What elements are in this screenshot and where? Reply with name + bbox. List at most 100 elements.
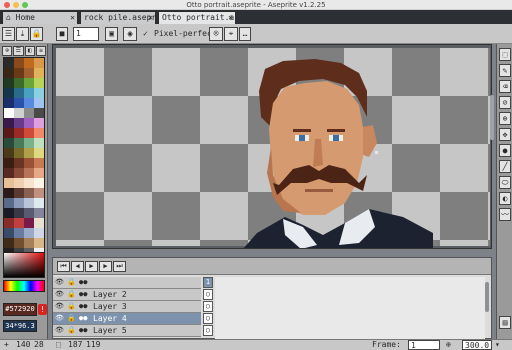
palette-swatch[interactable] <box>14 58 24 68</box>
close-tab-icon[interactable]: ✕ <box>148 12 153 24</box>
palette-swatch[interactable] <box>24 208 34 218</box>
palette-swatch[interactable] <box>4 178 14 188</box>
lock-icon[interactable]: 🔒 <box>67 277 76 288</box>
layer-row[interactable]: 👁 🔒 ●● Layer 3 <box>53 301 201 313</box>
horizontal-scrollbar[interactable] <box>191 248 361 249</box>
palette-swatch[interactable] <box>4 228 14 238</box>
ellipse-icon[interactable]: ⬭ <box>499 176 511 189</box>
ink-button[interactable]: ▣ <box>105 27 118 41</box>
lock-icon[interactable]: 🔒 <box>67 313 76 324</box>
palette-swatch[interactable] <box>14 98 24 108</box>
layer-row[interactable]: 👁 🔒 ●● Layer 2 <box>53 289 201 301</box>
continuous-icon[interactable]: ●● <box>79 325 87 336</box>
palette-swatch[interactable] <box>24 118 34 128</box>
palette-swatch[interactable] <box>14 208 24 218</box>
palette-swatch[interactable] <box>24 148 34 158</box>
menu-button[interactable]: ☰ <box>2 27 15 41</box>
palette-swatch[interactable] <box>34 128 44 138</box>
visibility-icon[interactable]: 👁 <box>55 277 64 288</box>
visibility-icon[interactable]: 👁 <box>55 301 64 312</box>
hue-slider[interactable] <box>3 280 45 292</box>
palette-swatch[interactable] <box>14 68 24 78</box>
pixel-perfect-checkbox[interactable]: ✓ <box>143 27 148 41</box>
palette-swatch[interactable] <box>24 68 34 78</box>
palette-swatch[interactable] <box>4 218 14 228</box>
visibility-icon[interactable]: 👁 <box>55 325 64 336</box>
palette-swatch[interactable] <box>24 168 34 178</box>
foreground-color[interactable]: #572920 <box>3 303 37 316</box>
color-spectrum-picker[interactable] <box>3 252 45 278</box>
first-frame-button[interactable]: ⏮ <box>57 261 70 272</box>
palette-swatch[interactable] <box>4 148 14 158</box>
continuous-icon[interactable]: ●● <box>79 301 87 312</box>
palette-swatch[interactable] <box>34 118 44 128</box>
lock-icon[interactable]: 🔒 <box>30 27 43 41</box>
palette-swatch[interactable] <box>4 78 14 88</box>
pencil-icon[interactable]: ✎ <box>499 64 511 77</box>
more-options-button[interactable]: … <box>239 27 251 41</box>
layer-row[interactable]: 👁 🔒 ●● <box>53 277 201 289</box>
palette-swatch[interactable] <box>14 148 24 158</box>
palette-add-button[interactable]: ⊕ <box>2 46 13 56</box>
prev-frame-button[interactable]: ◀ <box>71 261 84 272</box>
palette-swatch[interactable] <box>4 108 14 118</box>
opacity-button[interactable]: ◉ <box>123 27 137 41</box>
close-tab-icon[interactable]: ✕ <box>228 12 233 24</box>
palette-swatch[interactable] <box>34 68 44 78</box>
zoom-field[interactable]: 300.0 <box>462 340 492 350</box>
lock-icon[interactable]: 🔒 <box>67 301 76 312</box>
palette-swatch[interactable] <box>34 238 44 248</box>
continuous-icon[interactable]: ●● <box>79 313 87 324</box>
continuous-icon[interactable]: ●● <box>79 289 87 300</box>
palette-swatch[interactable] <box>4 118 14 128</box>
palette-swatch[interactable] <box>34 88 44 98</box>
palette-swatch[interactable] <box>24 138 34 148</box>
contour-icon[interactable]: ◐ <box>499 192 511 205</box>
palette-swatch[interactable] <box>34 138 44 148</box>
frames-grid[interactable] <box>215 277 485 339</box>
palette-swatch[interactable] <box>34 78 44 88</box>
palette-swatch[interactable] <box>24 198 34 208</box>
palette-swatch[interactable] <box>24 188 34 198</box>
palette-swatch[interactable] <box>4 188 14 198</box>
palette-swatch[interactable] <box>14 158 24 168</box>
layers-toggle-icon[interactable]: ▤ <box>499 316 511 329</box>
palette-swatch[interactable] <box>14 138 24 148</box>
eraser-icon[interactable]: ⌫ <box>499 80 511 93</box>
palette-swatch[interactable] <box>24 128 34 138</box>
zoom-dropdown-icon[interactable]: ▾ <box>495 340 500 350</box>
vertical-scrollbar[interactable] <box>490 95 494 140</box>
palette-options-button[interactable]: ☰ <box>13 46 24 56</box>
frame-field[interactable]: 1 <box>408 340 440 350</box>
palette-swatch[interactable] <box>14 198 24 208</box>
palette-swatch[interactable] <box>34 188 44 198</box>
timeline-scrollbar[interactable] <box>485 282 489 312</box>
palette-swatch[interactable] <box>24 238 34 248</box>
palette-swatch[interactable] <box>4 208 14 218</box>
palette-swatch[interactable] <box>34 148 44 158</box>
symmetry-button[interactable]: ⌾ <box>209 27 223 41</box>
symmetry-h-button[interactable]: ⌖ <box>224 27 238 41</box>
palette-swatch[interactable] <box>14 118 24 128</box>
palette-swatch[interactable] <box>24 218 34 228</box>
move-icon[interactable]: ✥ <box>499 128 511 141</box>
palette-swatch[interactable] <box>34 218 44 228</box>
palette-swatch[interactable] <box>4 138 14 148</box>
palette-swatch[interactable] <box>24 88 34 98</box>
palette-swatch[interactable] <box>24 78 34 88</box>
palette-swatch[interactable] <box>4 238 14 248</box>
palette-swatch[interactable] <box>14 178 24 188</box>
palette-sort-button[interactable]: ◧ <box>24 46 35 56</box>
palette-swatch[interactable] <box>4 198 14 208</box>
tab-rock-pile[interactable]: rock pile.asepr ✕ <box>80 11 156 24</box>
palette-swatch[interactable] <box>4 128 14 138</box>
palette-swatch[interactable] <box>34 108 44 118</box>
layer-row[interactable]: 👁 🔒 ●● Layer 5 <box>53 325 201 337</box>
visibility-icon[interactable]: 👁 <box>55 289 64 300</box>
tab-home[interactable]: ⌂ Home ✕ <box>2 11 78 24</box>
palette-swatch[interactable] <box>34 158 44 168</box>
palette-swatch[interactable] <box>24 58 34 68</box>
brush-size-field[interactable]: 1 <box>73 27 99 41</box>
brush-type-button[interactable]: ■ <box>56 27 68 41</box>
palette-swatch[interactable] <box>34 228 44 238</box>
